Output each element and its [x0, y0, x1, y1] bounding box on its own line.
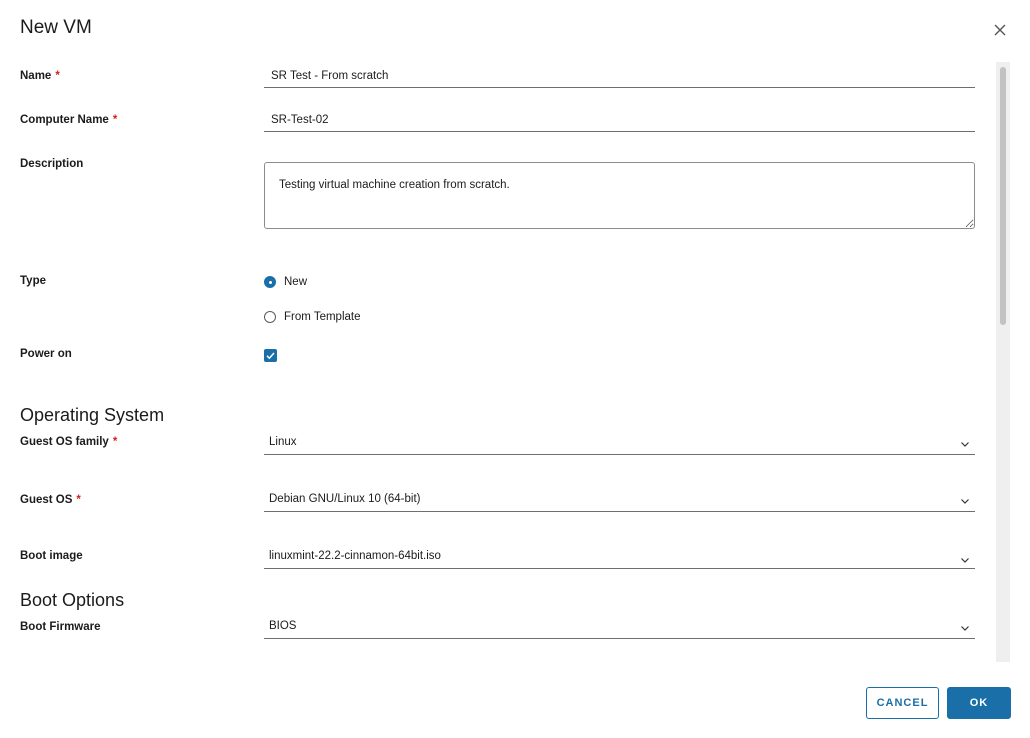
name-label: Name *	[20, 70, 60, 82]
computer-name-input[interactable]	[264, 108, 975, 132]
check-icon	[266, 352, 275, 360]
type-radio-new[interactable]: New	[264, 276, 307, 288]
dialog-title: New VM	[20, 17, 92, 38]
close-icon[interactable]	[990, 20, 1010, 40]
guest-os-select[interactable]: Debian GNU/Linux 10 (64-bit)	[264, 488, 975, 512]
operating-system-heading: Operating System	[20, 405, 165, 425]
radio-from-template-label: From Template	[284, 311, 361, 323]
radio-new-label: New	[284, 276, 308, 288]
boot-firmware-label: Boot Firmware	[20, 621, 101, 633]
chevron-down-icon	[961, 499, 969, 504]
chevron-down-icon	[961, 442, 969, 447]
chevron-down-icon	[961, 558, 969, 563]
power-on-checkbox[interactable]	[264, 349, 277, 362]
cancel-button[interactable]: CANCEL	[866, 687, 939, 719]
boot-firmware-select[interactable]: BIOS	[264, 615, 975, 639]
computer-name-label: Computer Name *	[20, 114, 118, 126]
power-on-label: Power on	[20, 348, 72, 360]
scrollbar[interactable]	[996, 62, 1010, 662]
guest-os-family-select[interactable]: Linux	[264, 431, 975, 455]
scrollbar-thumb[interactable]	[1000, 67, 1006, 325]
radio-new-selected[interactable]	[264, 276, 276, 288]
type-label: Type	[20, 275, 46, 287]
guest-os-value: Debian GNU/Linux 10 (64-bit)	[269, 493, 421, 505]
guest-os-label: Guest OS *	[20, 494, 81, 506]
boot-options-heading: Boot Options	[20, 590, 125, 610]
chevron-down-icon	[961, 626, 969, 631]
boot-firmware-value: BIOS	[269, 620, 297, 632]
type-radio-from-template[interactable]: From Template	[264, 311, 360, 323]
boot-image-label: Boot image	[20, 550, 83, 562]
boot-image-value: linuxmint-22.2-cinnamon-64bit.iso	[269, 550, 441, 562]
guest-os-family-label: Guest OS family *	[20, 436, 118, 448]
boot-image-select[interactable]: linuxmint-22.2-cinnamon-64bit.iso	[264, 545, 975, 569]
name-input[interactable]	[264, 64, 975, 88]
ok-button[interactable]: OK	[947, 687, 1011, 719]
guest-os-family-value: Linux	[269, 436, 297, 448]
description-label: Description	[20, 158, 84, 170]
radio-from-template[interactable]	[264, 311, 276, 323]
description-textarea[interactable]: Testing virtual machine creation from sc…	[264, 162, 975, 229]
